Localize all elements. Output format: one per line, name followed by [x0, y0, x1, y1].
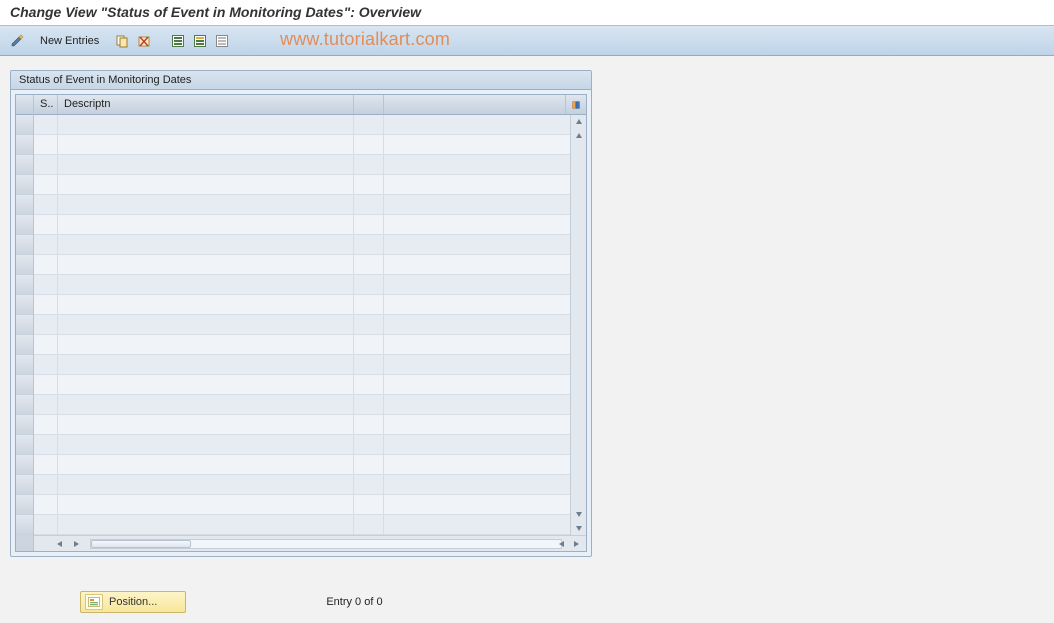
scroll-right-icon[interactable] [570, 538, 582, 550]
table-row[interactable] [34, 275, 570, 295]
footer: Position... Entry 0 of 0 [0, 567, 1054, 623]
column-header-filler [384, 95, 566, 114]
table-row[interactable] [34, 215, 570, 235]
row-selector-header[interactable] [16, 95, 33, 115]
row-selector[interactable] [16, 275, 33, 295]
entry-count-text: Entry 0 of 0 [326, 596, 382, 608]
vertical-scrollbar[interactable] [570, 115, 586, 535]
row-selector[interactable] [16, 115, 33, 135]
data-grid: S.. Descriptn [15, 94, 587, 552]
table-row[interactable] [34, 235, 570, 255]
toggle-display-change-icon[interactable] [8, 32, 26, 50]
work-area: Status of Event in Monitoring Dates S.. … [0, 56, 1054, 567]
table-row[interactable] [34, 155, 570, 175]
table-row[interactable] [34, 295, 570, 315]
position-button[interactable]: Position... [80, 591, 186, 613]
panel-title: Status of Event in Monitoring Dates [11, 71, 591, 90]
table-row[interactable] [34, 255, 570, 275]
hscroll-track[interactable] [90, 539, 562, 549]
select-all-icon[interactable] [169, 32, 187, 50]
table-row[interactable] [34, 455, 570, 475]
column-header-blank[interactable] [354, 95, 384, 114]
row-selector[interactable] [16, 475, 33, 495]
row-selector[interactable] [16, 235, 33, 255]
scroll-down-icon-2[interactable] [572, 507, 586, 521]
grid-header-row: S.. Descriptn [34, 95, 586, 115]
table-row[interactable] [34, 315, 570, 335]
table-row[interactable] [34, 335, 570, 355]
row-selector[interactable] [16, 215, 33, 235]
select-block-icon[interactable] [191, 32, 209, 50]
scroll-left-icon[interactable] [54, 538, 66, 550]
row-selector[interactable] [16, 375, 33, 395]
hscroll-thumb[interactable] [91, 540, 191, 548]
position-icon [85, 594, 103, 610]
scroll-up-icon[interactable] [572, 115, 586, 129]
horizontal-scrollbar[interactable] [34, 535, 586, 551]
table-row[interactable] [34, 115, 570, 135]
table-row[interactable] [34, 515, 570, 535]
column-header-status[interactable]: S.. [34, 95, 58, 114]
page-title: Change View "Status of Event in Monitori… [10, 4, 1044, 20]
watermark-text: www.tutorialkart.com [280, 29, 450, 50]
row-selector[interactable] [16, 515, 33, 535]
row-selector[interactable] [16, 315, 33, 335]
row-selector[interactable] [16, 155, 33, 175]
row-selector[interactable] [16, 435, 33, 455]
scroll-left-end-icon[interactable] [556, 538, 568, 550]
row-selector[interactable] [16, 395, 33, 415]
row-selector[interactable] [16, 355, 33, 375]
application-toolbar: New Entries www.tutorialkart.com [0, 26, 1054, 56]
title-bar: Change View "Status of Event in Monitori… [0, 0, 1054, 26]
table-row[interactable] [34, 355, 570, 375]
deselect-all-icon[interactable] [213, 32, 231, 50]
table-row[interactable] [34, 175, 570, 195]
status-panel: Status of Event in Monitoring Dates S.. … [10, 70, 592, 557]
copy-as-icon[interactable] [113, 32, 131, 50]
table-row[interactable] [34, 195, 570, 215]
row-selector-column [16, 95, 34, 551]
new-entries-button[interactable]: New Entries [30, 30, 109, 52]
row-selector[interactable] [16, 455, 33, 475]
column-header-description[interactable]: Descriptn [58, 95, 354, 114]
table-row[interactable] [34, 475, 570, 495]
row-selector[interactable] [16, 295, 33, 315]
row-selector[interactable] [16, 195, 33, 215]
row-selector[interactable] [16, 175, 33, 195]
table-row[interactable] [34, 375, 570, 395]
table-row[interactable] [34, 435, 570, 455]
position-button-label: Position... [109, 596, 157, 608]
table-row[interactable] [34, 135, 570, 155]
scroll-up-icon-2[interactable] [572, 129, 586, 143]
row-selector[interactable] [16, 135, 33, 155]
scroll-right-small-icon[interactable] [70, 538, 82, 550]
row-selector[interactable] [16, 255, 33, 275]
configure-columns-icon[interactable] [566, 95, 586, 114]
row-selector[interactable] [16, 415, 33, 435]
delete-icon[interactable] [135, 32, 153, 50]
table-row[interactable] [34, 395, 570, 415]
row-selector[interactable] [16, 495, 33, 515]
table-row[interactable] [34, 415, 570, 435]
row-selector[interactable] [16, 335, 33, 355]
table-row[interactable] [34, 495, 570, 515]
scroll-down-icon[interactable] [572, 521, 586, 535]
